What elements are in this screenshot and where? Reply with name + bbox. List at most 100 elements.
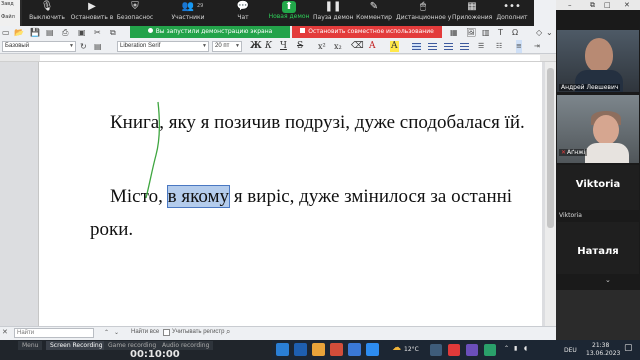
match-case-checkbox[interactable] — [163, 329, 170, 336]
annotate-button[interactable]: ✎ Комментир — [355, 0, 393, 26]
stop-video-button[interactable]: ▶ Остановить в — [70, 0, 114, 26]
participant-video-tile[interactable]: ✕Аґнжі — [557, 95, 639, 163]
stop-icon — [300, 28, 306, 33]
taskbar-app-icon[interactable] — [430, 344, 442, 356]
mic-muted-icon: ✕ — [561, 149, 567, 156]
restore-icon[interactable]: ⧉ — [590, 0, 595, 10]
special-char-icon[interactable]: Ω — [512, 26, 518, 39]
taskbar-zoom-icon[interactable] — [366, 343, 379, 356]
menu-file[interactable]: Файл — [1, 14, 15, 20]
volume-icon[interactable]: ◖ — [524, 345, 527, 352]
maximize-icon[interactable]: □ — [604, 0, 611, 10]
taskbar-app-icon[interactable] — [348, 343, 361, 356]
chevron-down-icon[interactable]: ⌄ — [605, 276, 611, 284]
taskbar-app-icon[interactable] — [330, 343, 343, 356]
clock-time[interactable]: 21:38 — [592, 342, 609, 349]
superscript-button[interactable]: x² — [318, 39, 326, 54]
new-style-icon[interactable]: ▤ — [94, 40, 102, 53]
close-icon[interactable]: ✕ — [624, 0, 630, 10]
align-justify-icon[interactable] — [460, 43, 469, 50]
scrollbar-thumb[interactable] — [547, 68, 554, 228]
find-next-icon[interactable]: ⌄ — [114, 329, 119, 336]
insert-image-icon[interactable]: 🖼 — [466, 26, 476, 39]
minimize-icon[interactable]: – — [568, 0, 572, 10]
taskbar-app-icon[interactable] — [448, 344, 460, 356]
font-color-button[interactable]: A — [369, 39, 376, 54]
insert-table-icon[interactable]: ▦ — [450, 26, 458, 39]
taskbar-app-icon[interactable] — [466, 344, 478, 356]
shape-diamond-icon[interactable]: ◇ — [536, 26, 542, 39]
network-icon[interactable]: ▮ — [514, 345, 517, 352]
save-icon[interactable]: 💾 — [30, 26, 40, 39]
mic-icon: 🎙 — [40, 1, 54, 12]
print-preview-icon[interactable]: ▣ — [78, 26, 86, 39]
textbox-icon[interactable]: T — [498, 26, 503, 39]
new-share-button[interactable]: ⬆ Новая демон — [268, 0, 310, 26]
mute-button[interactable]: 🎙 Выключить — [28, 0, 66, 26]
document-paragraph-2-continuation[interactable]: роки. — [90, 219, 133, 241]
taskbar-app-icon[interactable] — [294, 343, 307, 356]
find-input[interactable]: Найти — [14, 328, 94, 338]
clear-formatting-icon[interactable]: ⌫ — [351, 39, 364, 54]
participant-body — [585, 143, 629, 163]
align-right-icon[interactable] — [444, 43, 453, 50]
align-center-icon[interactable] — [428, 43, 437, 50]
security-button[interactable]: ⛨ Безопаснос — [116, 0, 154, 26]
more-icon: ••• — [503, 1, 521, 12]
document-paragraph-1[interactable]: Книга, яку я позичив подрузі, дуже сподо… — [110, 112, 525, 134]
paragraph-style-select[interactable]: Базовый ▼ — [2, 41, 76, 52]
pause-share-button[interactable]: ❚❚ Пауза демон — [313, 0, 353, 26]
taskbar-folder-icon[interactable] — [312, 343, 325, 356]
chat-button[interactable]: 💬 Чат — [228, 0, 258, 26]
participant-name-tile[interactable]: Наталя — [557, 222, 639, 274]
more-button[interactable]: ••• Дополнит — [494, 0, 530, 26]
apps-button[interactable]: ▦ Приложения — [452, 0, 492, 26]
chart-icon[interactable]: ▥ — [482, 26, 490, 39]
input-language[interactable]: DEU — [564, 347, 577, 354]
highlight-button[interactable]: A — [390, 41, 399, 52]
copy-icon[interactable]: ⧉ — [110, 26, 116, 39]
update-style-icon[interactable]: ↻ — [80, 40, 87, 53]
line-spacing-icon[interactable]: ≡ — [516, 40, 522, 53]
remote-control-button[interactable]: 🖱 Дистанционное у — [396, 0, 451, 26]
taskbar-app-icon[interactable] — [276, 343, 289, 356]
document-paragraph-2[interactable]: Місто, в якому я виріс, дуже змінилося з… — [110, 185, 512, 208]
font-name-select[interactable]: Liberation Serif ▼ — [117, 41, 209, 52]
close-icon[interactable]: ✕ — [2, 328, 8, 336]
participant-name-tile[interactable]: Viktoria — [557, 165, 639, 210]
shield-icon: ⛨ — [131, 1, 139, 12]
bold-button[interactable]: Ж — [250, 39, 262, 54]
strikethrough-button[interactable]: S — [297, 39, 303, 54]
indent-icon[interactable]: ⇥ — [534, 40, 540, 53]
recorder-tab-screen[interactable]: Screen Recording — [46, 341, 107, 350]
chevron-down-icon[interactable]: ⌄ — [546, 26, 553, 39]
page-margin-guide — [38, 62, 39, 326]
notifications-icon[interactable]: ▢ — [624, 343, 633, 353]
find-prev-icon[interactable]: ⌃ — [104, 329, 109, 336]
pause-icon: ❚❚ — [324, 1, 342, 12]
numbered-list-icon[interactable]: ☷ — [496, 40, 502, 53]
stop-share-button[interactable]: Остановить совместное использование — [292, 26, 442, 38]
selected-text[interactable]: в якому — [166, 185, 231, 208]
participant-video-tile[interactable]: Андрей Левшевич — [557, 30, 639, 92]
taskbar-app-icon[interactable] — [484, 344, 496, 356]
recorder-tab-menu[interactable]: Menu — [18, 341, 43, 350]
find-replace-icon[interactable]: ⌕ — [226, 327, 230, 337]
open-folder-icon[interactable]: 📂 — [14, 26, 24, 39]
italic-button[interactable]: К — [265, 39, 272, 54]
print-icon[interactable]: ⎙ — [62, 26, 68, 39]
clock-date[interactable]: 13.06.2023 — [586, 350, 620, 357]
subscript-button[interactable]: x₂ — [334, 39, 342, 54]
new-document-icon[interactable]: ▭ — [2, 26, 10, 39]
find-all-button[interactable]: Найти все — [131, 329, 159, 335]
export-pdf-icon[interactable]: ▤ — [46, 26, 54, 39]
cut-icon[interactable]: ✂ — [94, 26, 101, 39]
font-size-select[interactable]: 20 пт ▼ — [212, 41, 242, 52]
weather-temp[interactable]: 12°C — [404, 346, 419, 353]
bullet-list-icon[interactable]: ☰ — [478, 40, 484, 53]
chat-icon: 💬 — [236, 1, 250, 12]
underline-button[interactable]: Ч — [280, 39, 287, 54]
tray-chevron-icon[interactable]: ⌃ — [504, 345, 509, 352]
remote-control-icon: 🖱 — [420, 1, 426, 12]
align-left-icon[interactable] — [412, 43, 421, 50]
